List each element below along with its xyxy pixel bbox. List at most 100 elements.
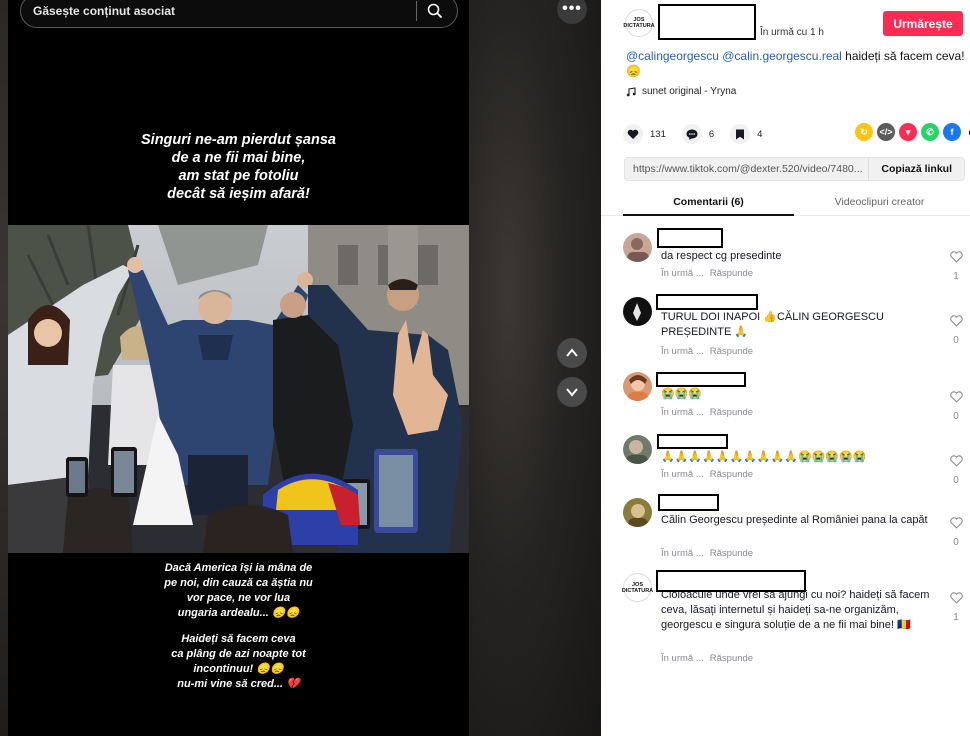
comment-like-count: 1 bbox=[953, 612, 959, 623]
heart-outline-icon bbox=[949, 455, 963, 467]
heart-outline-icon bbox=[949, 251, 963, 263]
tab-creator-videos[interactable]: Videoclipuri creator bbox=[794, 196, 965, 208]
previous-video-button[interactable] bbox=[557, 338, 587, 368]
reply-button[interactable]: Răspunde bbox=[710, 548, 753, 559]
mention-link[interactable]: @calingeorgescu bbox=[626, 49, 719, 63]
caption-line: decât să ieșim afară! bbox=[167, 186, 310, 202]
heart-outline-icon bbox=[949, 592, 963, 604]
comment-like-button[interactable]: 0 bbox=[944, 516, 968, 548]
share-buttons: ↻ </> ▾ ✆ f ➦ bbox=[855, 123, 970, 141]
comment-time: În urmă ... bbox=[661, 469, 704, 480]
reply-button[interactable]: Răspunde bbox=[710, 653, 753, 664]
music-note-icon bbox=[626, 86, 636, 96]
comment-icon bbox=[681, 124, 702, 144]
like-count: 131 bbox=[650, 128, 666, 140]
comment-meta: În urmă ... Răspunde bbox=[661, 469, 753, 480]
heart-outline-icon bbox=[949, 315, 963, 327]
copy-link-box: https://www.tiktok.com/@dexter.520/video… bbox=[624, 157, 965, 181]
tab-bar: Comentarii (6) Videoclipuri creator bbox=[601, 190, 970, 216]
post-description: @calingeorgescu @calin.georgescu.real ha… bbox=[626, 49, 966, 79]
comment-like-button[interactable]: 1 bbox=[944, 250, 968, 282]
search-icon[interactable] bbox=[425, 1, 445, 21]
reply-button[interactable]: Răspunde bbox=[710, 268, 753, 279]
next-video-button[interactable] bbox=[557, 377, 587, 407]
comment-meta: În urmă ... Răspunde bbox=[661, 653, 753, 664]
reply-button[interactable]: Răspunde bbox=[710, 469, 753, 480]
copy-link-button[interactable]: Copiază linkul bbox=[868, 158, 964, 180]
username-redacted bbox=[656, 372, 746, 387]
caption-line: pe noi, din cauză ca ăștia nu bbox=[164, 577, 313, 589]
avatar[interactable] bbox=[623, 297, 652, 326]
caption-line: Singuri ne-am pierdut șansa bbox=[141, 132, 336, 148]
share-arrow-icon[interactable]: ➦ bbox=[965, 123, 970, 141]
avatar[interactable]: JOS DICTATURA bbox=[621, 573, 654, 602]
comment-button[interactable]: 6 bbox=[681, 124, 715, 144]
facebook-icon[interactable]: f bbox=[943, 123, 961, 141]
comment-meta: În urmă ... Răspunde bbox=[661, 407, 753, 418]
heart-icon bbox=[623, 124, 643, 144]
avatar[interactable] bbox=[623, 372, 652, 401]
comment-like-count: 0 bbox=[953, 335, 959, 346]
heart-outline-icon bbox=[949, 391, 963, 403]
avatar-text: DICTATURA bbox=[621, 587, 654, 594]
username-redacted bbox=[657, 434, 728, 449]
caption-line: incontinuu! 😞😞 bbox=[193, 663, 284, 675]
username-redacted bbox=[658, 494, 719, 511]
active-tab-indicator bbox=[623, 214, 794, 216]
video-caption-top: Singuri ne-am pierdut șansa de a ne fii … bbox=[8, 131, 469, 203]
follow-button[interactable]: Urmărește bbox=[883, 11, 963, 36]
caption-line: Dacă America își ia mâna de bbox=[164, 562, 313, 574]
comment-like-button[interactable]: 1 bbox=[944, 591, 968, 623]
bookmark-icon bbox=[730, 124, 751, 144]
avatar[interactable] bbox=[623, 498, 652, 527]
caption-line: de a ne fii mai bine, bbox=[171, 150, 306, 166]
blurred-backdrop-right bbox=[469, 0, 601, 736]
post-time: În urmă cu 1 h bbox=[760, 27, 824, 38]
tab-comments[interactable]: Comentarii (6) bbox=[623, 196, 794, 208]
repost-icon[interactable]: ↻ bbox=[855, 123, 873, 141]
reply-button[interactable]: Răspunde bbox=[710, 346, 753, 357]
video-stage: Găsește conținut asociat ••• Singuri ne-… bbox=[0, 0, 601, 736]
comment-time: În urmă ... bbox=[661, 346, 704, 357]
embed-icon[interactable]: </> bbox=[877, 123, 895, 141]
send-icon[interactable]: ▾ bbox=[899, 123, 917, 141]
avatar[interactable] bbox=[623, 233, 652, 262]
reply-button[interactable]: Răspunde bbox=[710, 407, 753, 418]
related-content-search[interactable]: Găsește conținut asociat bbox=[20, 0, 458, 28]
search-input[interactable]: Găsește conținut asociat bbox=[33, 4, 416, 18]
comment-like-button[interactable]: 0 bbox=[944, 454, 968, 486]
like-button[interactable]: 131 bbox=[623, 124, 666, 144]
avatar[interactable] bbox=[623, 435, 652, 464]
author-avatar[interactable]: JOS DICTATURA bbox=[623, 9, 655, 37]
heart-outline-icon bbox=[949, 517, 963, 529]
comment-like-count: 1 bbox=[953, 271, 959, 282]
comment-like-button[interactable]: 0 bbox=[944, 314, 968, 346]
comment-text: Călin Georgescu președinte al României p… bbox=[661, 514, 928, 526]
comment-time: În urmă ... bbox=[661, 548, 704, 559]
comment-text: 😭😭😭 bbox=[661, 388, 703, 400]
comment-like-button[interactable]: 0 bbox=[944, 390, 968, 422]
comment-count: 6 bbox=[708, 128, 715, 140]
username-redacted bbox=[656, 570, 806, 592]
comment-text: 🙏🙏🙏🙏🙏🙏🙏🙏🙏🙏😭😭😭😭😭 bbox=[661, 451, 867, 463]
comment-meta: În urmă ... Răspunde bbox=[661, 346, 753, 357]
music-link[interactable]: sunet original - Yryna bbox=[626, 86, 736, 97]
comment-like-count: 0 bbox=[953, 411, 959, 422]
caption-line: nu-mi vine să cred... 💔 bbox=[177, 678, 300, 690]
author-name-redacted bbox=[658, 4, 756, 40]
caption-line: am stat pe fotoliu bbox=[178, 168, 299, 184]
comment-time: În urmă ... bbox=[661, 268, 704, 279]
caption-line: ca plâng de azi noapte tot bbox=[171, 648, 306, 660]
username-redacted bbox=[657, 228, 723, 248]
whatsapp-icon[interactable]: ✆ bbox=[921, 123, 939, 141]
comment-text: Cioloacule unde vrei să ajungi cu noi? h… bbox=[661, 589, 930, 631]
mention-link[interactable]: @calin.georgescu.real bbox=[722, 49, 842, 63]
music-title: sunet original - Yryna bbox=[642, 86, 737, 97]
video-photo bbox=[8, 225, 469, 553]
comment-text: TURUL DOI INAPOI 👍CĂLIN GEORGESCU PREȘED… bbox=[661, 311, 884, 338]
details-panel: JOS DICTATURA În urmă cu 1 h Urmărește @… bbox=[601, 0, 970, 736]
save-button[interactable]: 4 bbox=[730, 124, 762, 144]
comment-like-count: 0 bbox=[953, 537, 959, 548]
blurred-backdrop-left bbox=[0, 0, 8, 736]
